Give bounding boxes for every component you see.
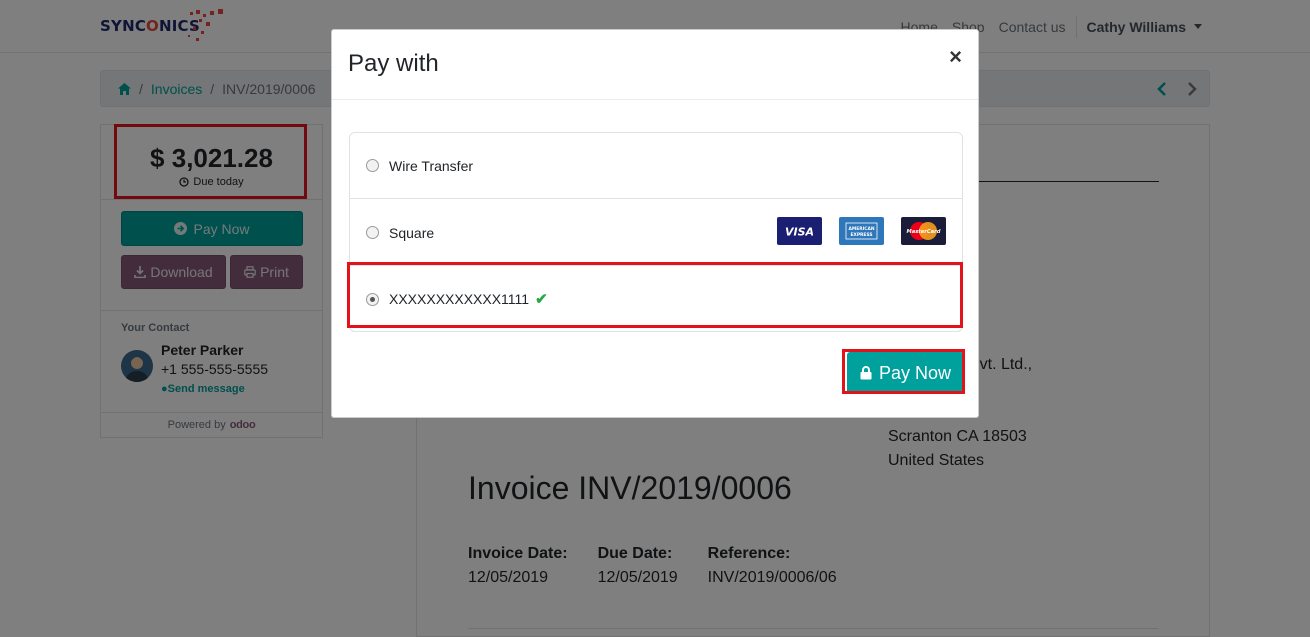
svg-text:EXPRESS: EXPRESS <box>850 232 872 238</box>
wire-transfer-label: Wire Transfer <box>389 157 474 174</box>
payment-option-wire-transfer[interactable]: Wire Transfer <box>350 133 962 199</box>
card-brands: VISA AMERICAN EXPRESS MasterCard <box>777 217 946 245</box>
square-label: Square <box>389 224 435 241</box>
payment-methods-list: Wire Transfer Square VISA AMERICAN EXPRES… <box>349 132 963 332</box>
square-radio[interactable] <box>366 226 379 239</box>
lock-icon <box>860 366 872 380</box>
visa-icon: VISA <box>777 217 822 245</box>
payment-option-saved-card[interactable]: XXXXXXXXXXXX1111 ✔ <box>350 266 962 332</box>
pay-with-modal: Pay with × Wire Transfer Square VISA AME… <box>331 29 979 418</box>
close-icon[interactable]: × <box>949 46 962 68</box>
saved-card-label: XXXXXXXXXXXX1111 <box>389 291 530 307</box>
svg-text:MasterCard: MasterCard <box>907 229 941 235</box>
modal-header: Pay with × <box>332 30 978 100</box>
amex-icon: AMERICAN EXPRESS <box>839 217 884 245</box>
wire-transfer-radio[interactable] <box>366 159 379 172</box>
pay-now-button[interactable]: Pay Now <box>847 352 964 394</box>
pay-now-label: Pay Now <box>878 362 952 383</box>
svg-text:VISA: VISA <box>785 226 814 239</box>
saved-card-radio[interactable] <box>366 292 379 306</box>
payment-option-square[interactable]: Square VISA AMERICAN EXPRESS MasterCard <box>350 200 962 266</box>
checkmark-icon: ✔ <box>535 291 548 308</box>
svg-text:AMERICAN: AMERICAN <box>848 226 874 232</box>
modal-title: Pay with <box>348 50 439 77</box>
mastercard-icon: MasterCard <box>901 217 946 245</box>
